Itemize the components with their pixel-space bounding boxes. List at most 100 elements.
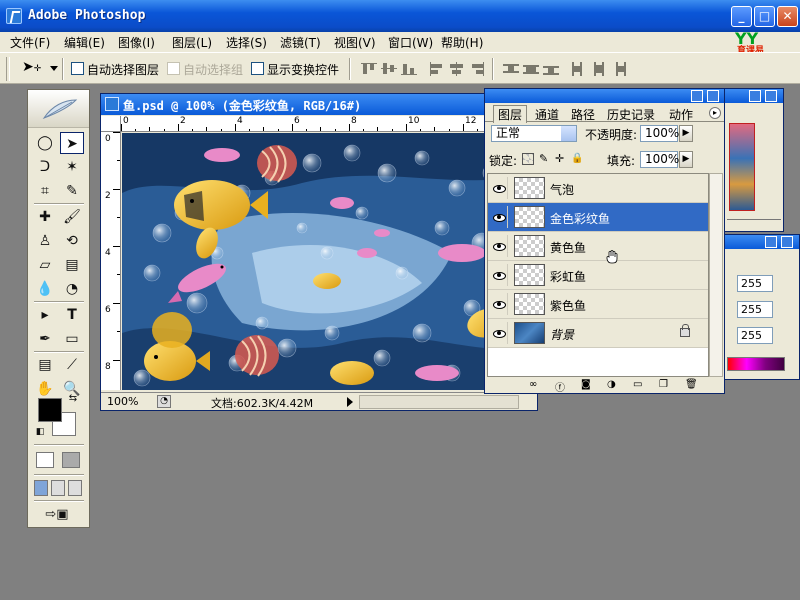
layers-title-bar[interactable] xyxy=(485,89,724,103)
horizontal-ruler[interactable]: 0 2 4 6 8 10 12 xyxy=(121,116,537,132)
layers-scrollbar[interactable] xyxy=(709,173,723,377)
distribute-hcenter-icon[interactable] xyxy=(590,61,608,77)
color-title-bar[interactable] xyxy=(725,235,799,249)
fill-slider-button[interactable]: ▶ xyxy=(679,151,693,168)
opacity-slider-button[interactable]: ▶ xyxy=(679,125,693,142)
show-transform-checkbox[interactable] xyxy=(251,62,264,75)
menu-file[interactable]: 文件(F) xyxy=(10,34,50,51)
jump-to-imageready-icon[interactable]: ⇨▣ xyxy=(34,504,80,526)
eyedropper-tool-icon[interactable]: ⟋ xyxy=(60,354,84,376)
menu-window[interactable]: 窗口(W) xyxy=(388,34,433,51)
color-close-button[interactable] xyxy=(781,236,793,248)
color-r-field[interactable]: 255 xyxy=(737,275,773,292)
swap-colors-icon[interactable]: ⇆ xyxy=(66,392,80,406)
navigator-title-bar[interactable] xyxy=(725,89,783,103)
visibility-eye-icon[interactable] xyxy=(490,322,508,344)
auto-select-group-checkbox[interactable] xyxy=(167,62,180,75)
blend-mode-select[interactable]: 正常 xyxy=(491,125,577,142)
lasso-tool-icon[interactable]: ᑐ xyxy=(33,156,57,178)
fill-input[interactable]: 100% xyxy=(640,151,679,168)
rectangle-tool-icon[interactable]: ▭ xyxy=(60,328,84,350)
color-spectrum-bar[interactable] xyxy=(727,357,785,371)
marquee-tool-icon[interactable]: ◯ xyxy=(33,132,57,154)
menu-select[interactable]: 选择(S) xyxy=(226,34,267,51)
menu-help[interactable]: 帮助(H) xyxy=(441,34,483,51)
default-colors-icon[interactable]: ◧ xyxy=(34,426,46,438)
clone-stamp-tool-icon[interactable]: ♙ xyxy=(33,230,57,252)
minimize-button[interactable]: _ xyxy=(731,6,752,27)
menu-image[interactable]: 图像(I) xyxy=(118,34,155,51)
tab-layers[interactable]: 图层 xyxy=(493,105,528,123)
blend-mode-dropdown-icon[interactable] xyxy=(561,126,576,141)
pen-tool-icon[interactable]: ✒ xyxy=(33,328,57,350)
layer-row-background[interactable]: 背景 xyxy=(488,319,708,348)
lock-position-icon[interactable]: ✛ xyxy=(555,153,567,165)
align-bottom-icon[interactable] xyxy=(400,61,418,77)
layer-row-bubbles[interactable]: 气泡 xyxy=(488,174,708,203)
lock-transparency-icon[interactable] xyxy=(522,153,534,165)
photoshop-app-icon[interactable] xyxy=(6,8,22,24)
tab-actions[interactable]: 动作 xyxy=(665,106,697,122)
menu-view[interactable]: 视图(V) xyxy=(334,34,376,51)
align-left-icon[interactable] xyxy=(428,61,446,77)
visibility-eye-icon[interactable] xyxy=(490,177,508,199)
options-grip[interactable] xyxy=(6,57,10,81)
align-vcenter-icon[interactable] xyxy=(380,61,398,77)
align-right-icon[interactable] xyxy=(468,61,486,77)
distribute-top-icon[interactable] xyxy=(502,61,520,77)
full-screen-mode-icon[interactable] xyxy=(68,480,82,496)
type-tool-icon[interactable]: T xyxy=(60,304,84,326)
magic-wand-tool-icon[interactable]: ✶ xyxy=(60,156,84,178)
blur-tool-icon[interactable]: 💧 xyxy=(33,278,57,300)
status-menu-arrow-icon[interactable] xyxy=(347,397,353,407)
quick-mask-mode-icon[interactable] xyxy=(62,452,80,468)
auto-select-layer-checkbox[interactable] xyxy=(71,62,84,75)
hand-tool-icon[interactable]: ✋ xyxy=(33,378,57,400)
menu-filter[interactable]: 滤镜(T) xyxy=(280,34,321,51)
tab-channels[interactable]: 通道 xyxy=(531,106,563,122)
gradient-tool-icon[interactable]: ▤ xyxy=(60,254,84,276)
layer-mask-icon[interactable]: ◙ xyxy=(581,379,595,392)
path-selection-tool-icon[interactable]: ▸ xyxy=(33,304,57,326)
layers-close-button[interactable] xyxy=(707,90,719,102)
move-tool-icon[interactable]: ➤ xyxy=(60,132,84,154)
link-layers-icon[interactable]: ∞ xyxy=(529,379,543,392)
status-options-icon[interactable]: ◔ xyxy=(157,395,171,408)
navigator-zoom-slider[interactable] xyxy=(727,219,781,227)
foreground-color-swatch[interactable] xyxy=(38,398,62,422)
lock-all-icon[interactable]: 🔒 xyxy=(571,153,583,165)
full-screen-menu-mode-icon[interactable] xyxy=(51,480,65,496)
distribute-bottom-icon[interactable] xyxy=(542,61,560,77)
delete-layer-icon[interactable]: 🗑 xyxy=(685,379,699,392)
navigator-preview[interactable] xyxy=(729,123,755,211)
close-button[interactable]: ✕ xyxy=(777,6,798,27)
layer-row-rainbow-fish[interactable]: 彩虹鱼 xyxy=(488,261,708,290)
lock-image-icon[interactable]: ✎ xyxy=(539,153,551,165)
opacity-input[interactable]: 100% xyxy=(640,125,679,142)
adjustment-layer-icon[interactable]: ◑ xyxy=(607,379,621,392)
image-canvas[interactable] xyxy=(122,133,537,390)
visibility-eye-icon[interactable] xyxy=(490,264,508,286)
brush-tool-icon[interactable]: 🖌 xyxy=(60,206,84,228)
distribute-vcenter-icon[interactable] xyxy=(522,61,540,77)
menu-edit[interactable]: 编辑(E) xyxy=(64,34,105,51)
layer-row-purple-fish[interactable]: 紫色鱼 xyxy=(488,290,708,319)
move-tool-preset-icon[interactable]: ➤✛ xyxy=(22,59,46,79)
visibility-eye-icon[interactable] xyxy=(490,293,508,315)
distribute-left-icon[interactable] xyxy=(570,61,588,77)
visibility-eye-icon[interactable] xyxy=(490,206,508,228)
layers-minimize-button[interactable] xyxy=(691,90,703,102)
color-b-field[interactable]: 255 xyxy=(737,327,773,344)
history-brush-tool-icon[interactable]: ⟲ xyxy=(60,230,84,252)
new-layer-icon[interactable]: ❐ xyxy=(659,379,673,392)
layer-row-yellow-fish[interactable]: 黄色鱼 xyxy=(488,232,708,261)
zoom-level[interactable]: 100% xyxy=(107,395,138,408)
distribute-right-icon[interactable] xyxy=(610,61,628,77)
navigator-minimize-button[interactable] xyxy=(749,90,761,102)
layer-style-icon[interactable]: ⓕ xyxy=(555,379,569,394)
align-top-icon[interactable] xyxy=(360,61,378,77)
vertical-ruler[interactable]: 0 2 4 6 8 xyxy=(101,132,121,390)
crop-tool-icon[interactable]: ⌗ xyxy=(33,180,57,202)
document-title-bar[interactable]: 鱼.psd @ 100% (金色彩纹鱼, RGB/16#) xyxy=(101,94,537,115)
tab-history[interactable]: 历史记录 xyxy=(603,106,659,122)
